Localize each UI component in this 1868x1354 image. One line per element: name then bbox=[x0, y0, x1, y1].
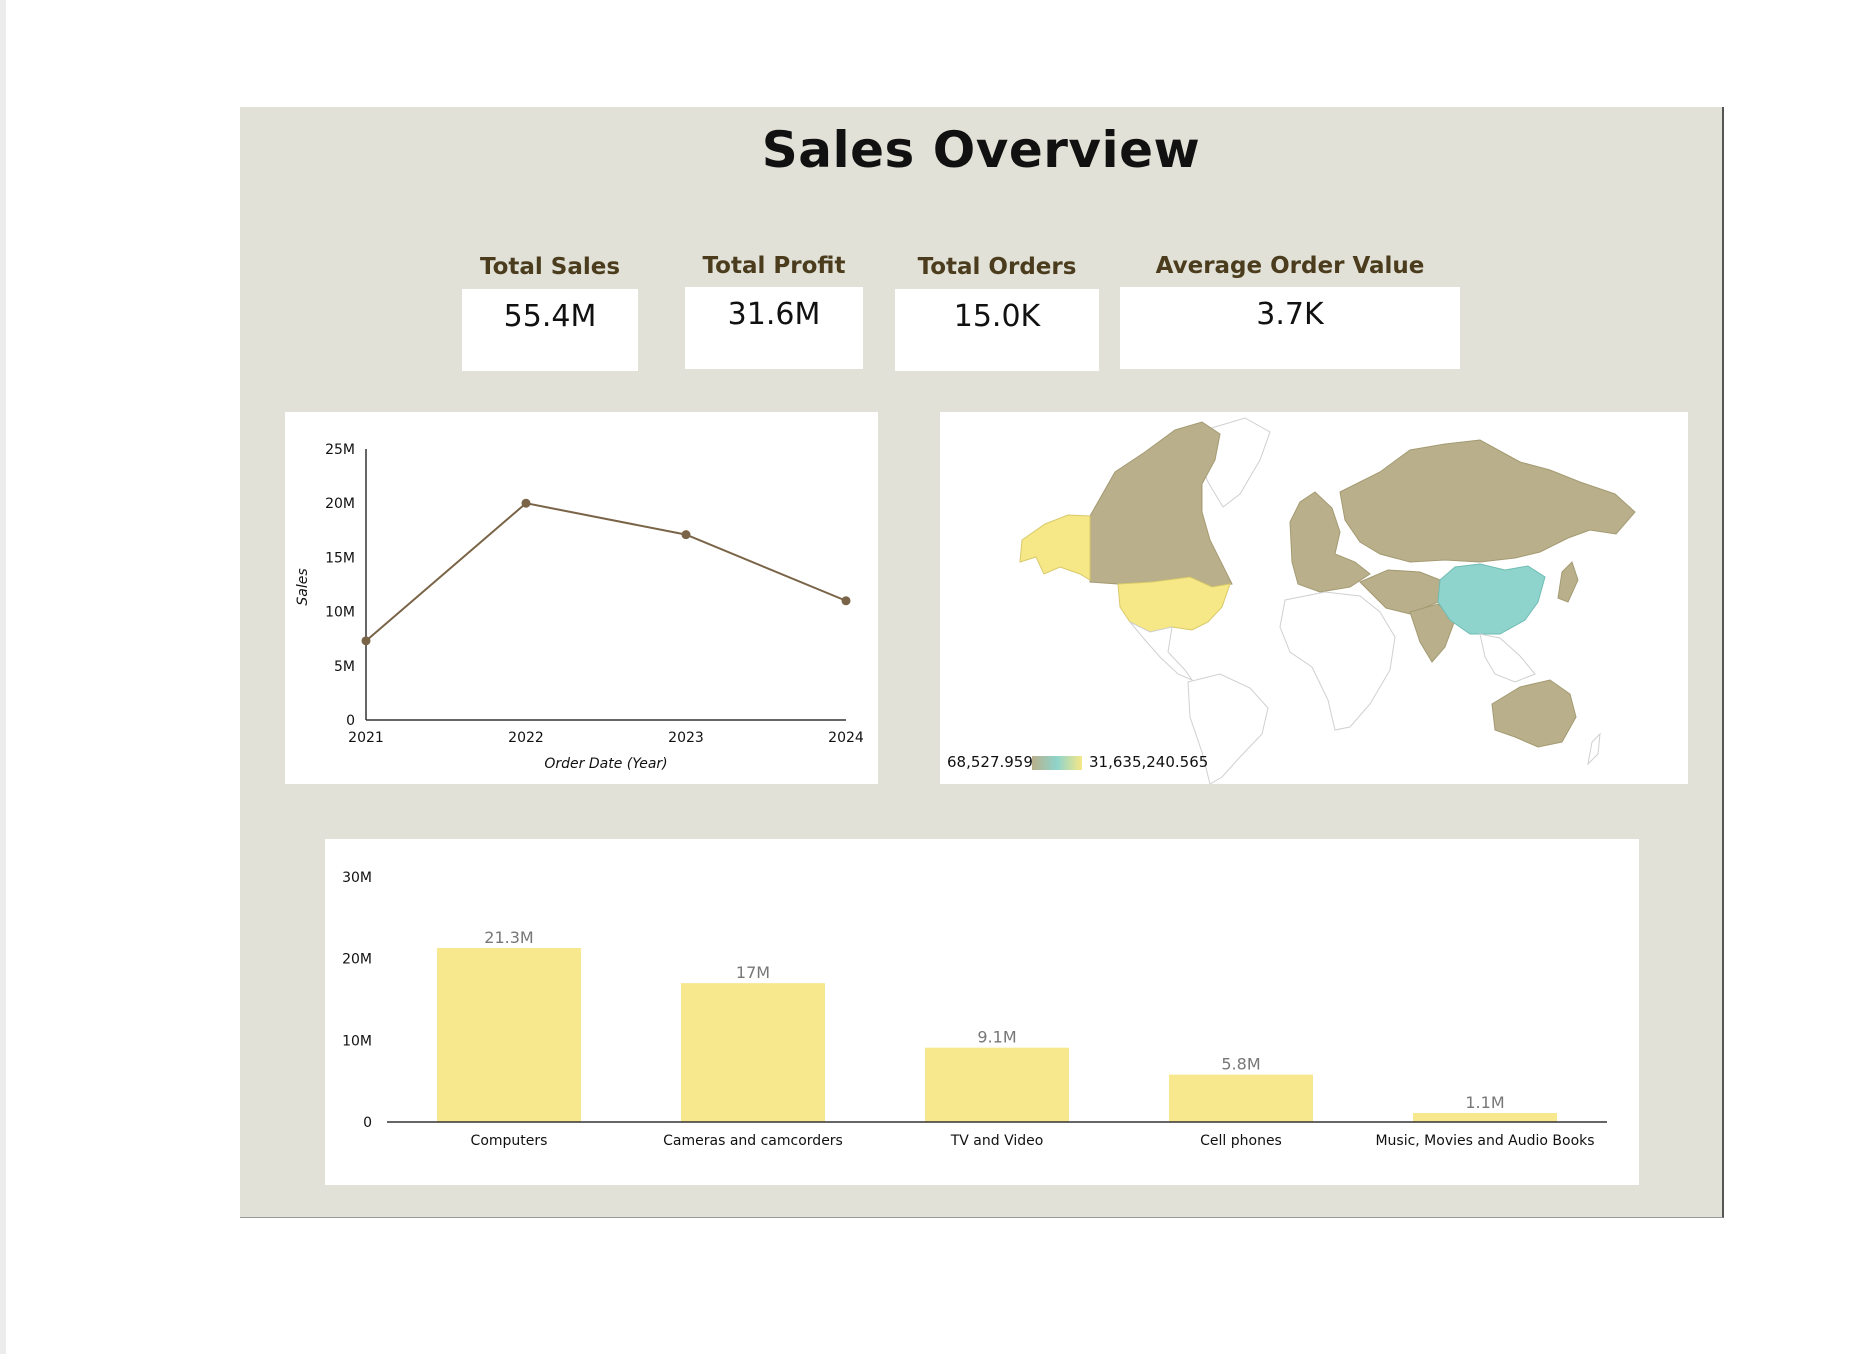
canada-shape bbox=[1089, 421, 1233, 588]
map-legend-gradient bbox=[1032, 756, 1082, 770]
africa-shape bbox=[1279, 591, 1396, 731]
bar-value-label: 5.8M bbox=[1221, 1055, 1260, 1074]
left-edge bbox=[0, 0, 6, 1354]
bar-y-tick-label: 30M bbox=[342, 870, 372, 886]
y-tick-label: 20M bbox=[325, 496, 355, 512]
kpi-total-orders-label: Total Orders bbox=[917, 254, 1077, 280]
y-tick-label: 15M bbox=[325, 550, 355, 566]
bar-y-tick-label: 20M bbox=[342, 952, 372, 968]
kpi-average-order-value-label: Average Order Value bbox=[1155, 253, 1425, 279]
russia-shape bbox=[1339, 439, 1636, 563]
x-tick-label: 2024 bbox=[828, 730, 864, 746]
bar-value-label: 1.1M bbox=[1465, 1093, 1504, 1112]
x-tick-label: 2023 bbox=[668, 730, 704, 746]
bar bbox=[1169, 1074, 1313, 1122]
kpi-total-sales-label: Total Sales bbox=[479, 254, 621, 280]
sales-by-category-bar-chart: 0 10M 20M 30M 21.3M Computers 17M Cameras and … bbox=[342, 870, 1607, 1149]
kpi-average-order-value-value: 3.7K bbox=[1120, 287, 1460, 369]
bar bbox=[681, 983, 825, 1122]
line-point bbox=[361, 636, 371, 646]
dashboard-canvas: Sales Overview Total Sales 55.4M Total P… bbox=[240, 107, 1724, 1218]
line-point bbox=[841, 596, 851, 606]
x-tick-label: 2021 bbox=[348, 730, 384, 746]
y-axis-title: Sales bbox=[295, 568, 311, 605]
new-zealand-shape bbox=[1587, 732, 1601, 766]
sales-line bbox=[365, 502, 847, 642]
kpi-total-sales-value: 55.4M bbox=[462, 289, 638, 371]
kpi-total-orders-value: 15.0K bbox=[895, 289, 1099, 371]
bar-category-label: Music, Movies and Audio Books bbox=[1375, 1133, 1594, 1149]
sales-by-year-line-chart: 0 5M 10M 15M 20M 25M 2021 2022 2023 2024 Sales Or… bbox=[295, 442, 864, 772]
y-tick-label: 10M bbox=[325, 605, 355, 621]
bar bbox=[1413, 1113, 1557, 1122]
bar bbox=[925, 1047, 1069, 1122]
kpi-total-profit-label: Total Profit bbox=[702, 253, 846, 279]
sales-map-panel: 68,527.959 31,635,240.565 bbox=[940, 412, 1688, 785]
australia-shape bbox=[1491, 679, 1577, 748]
bar-y-tick-label: 10M bbox=[342, 1033, 372, 1049]
x-axis-title: Order Date (Year) bbox=[544, 756, 667, 772]
bar-category-label: TV and Video bbox=[950, 1133, 1044, 1149]
map-legend-max: 31,635,240.565 bbox=[1089, 753, 1208, 771]
sales-by-category-panel: 0 10M 20M 30M 21.3M Computers 17M Cameras and … bbox=[325, 839, 1639, 1185]
bar-category-label: Computers bbox=[471, 1133, 548, 1149]
bar-value-label: 21.3M bbox=[484, 928, 533, 947]
bar-value-label: 9.1M bbox=[977, 1028, 1016, 1047]
y-tick-label: 0 bbox=[346, 713, 355, 729]
southeast-asia-shape bbox=[1479, 633, 1536, 683]
bar-y-tick-label: 0 bbox=[363, 1115, 372, 1131]
bar-value-label: 17M bbox=[736, 963, 770, 982]
map-legend-min: 68,527.959 bbox=[947, 753, 1033, 771]
x-tick-label: 2022 bbox=[508, 730, 544, 746]
bar bbox=[437, 948, 581, 1122]
y-tick-label: 5M bbox=[334, 659, 355, 675]
line-point bbox=[681, 530, 691, 540]
bar-category-label: Cell phones bbox=[1200, 1133, 1282, 1149]
kpi-total-profit-value: 31.6M bbox=[685, 287, 863, 369]
world-sales-map: 68,527.959 31,635,240.565 bbox=[947, 417, 1636, 785]
dashboard-title: Sales Overview bbox=[761, 121, 1201, 179]
japan-shape bbox=[1557, 561, 1579, 603]
alaska-shape bbox=[1019, 514, 1091, 581]
line-point bbox=[521, 498, 531, 508]
central-america-shape bbox=[1129, 621, 1194, 682]
sales-by-year-panel: 0 5M 10M 15M 20M 25M 2021 2022 2023 2024 Sales Or… bbox=[285, 412, 878, 784]
y-tick-label: 25M bbox=[325, 442, 355, 458]
bar-category-label: Cameras and camcorders bbox=[663, 1133, 843, 1149]
